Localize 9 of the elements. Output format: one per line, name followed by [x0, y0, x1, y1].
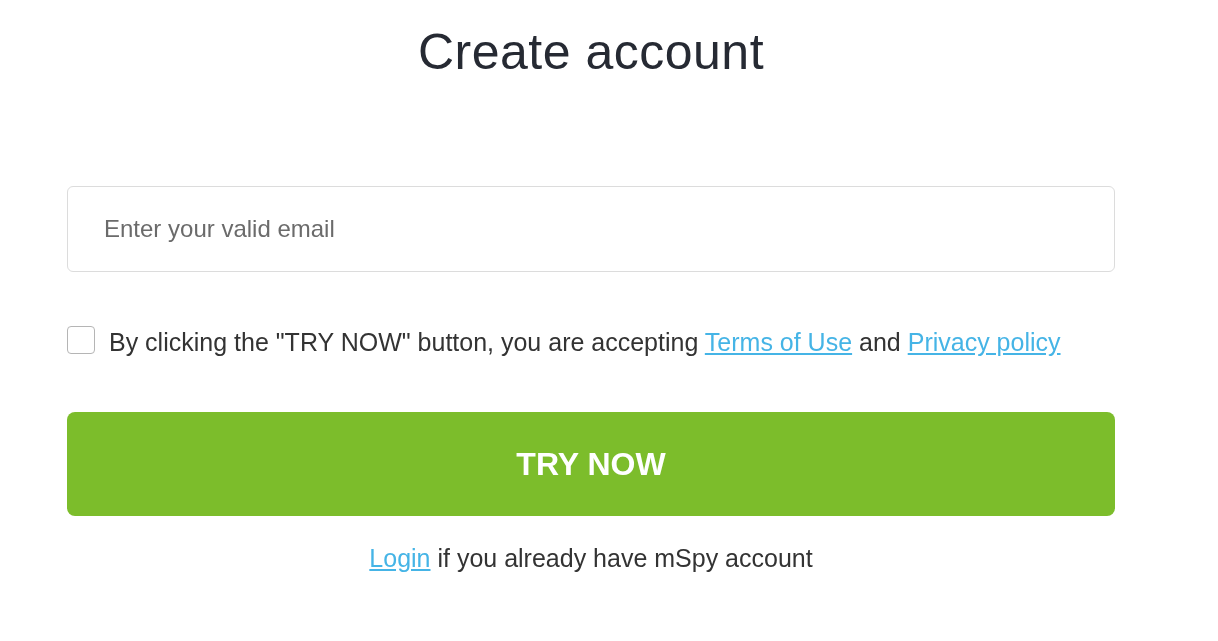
email-field[interactable]: Enter your valid email: [67, 186, 1115, 272]
consent-checkbox[interactable]: [67, 326, 95, 354]
privacy-link[interactable]: Privacy policy: [907, 328, 1061, 356]
try-now-button[interactable]: TRY NOW: [67, 412, 1115, 516]
page-title: Create account: [416, 23, 766, 82]
login-link[interactable]: Login: [369, 544, 431, 572]
consent-text: By clicking the "TRY NOW" button, you are accepting Terms of Use and Privacy policy: [109, 327, 1061, 358]
terms-link[interactable]: Terms of Use: [704, 328, 853, 356]
login-text: Login if you already have mSpy account: [369, 544, 813, 573]
